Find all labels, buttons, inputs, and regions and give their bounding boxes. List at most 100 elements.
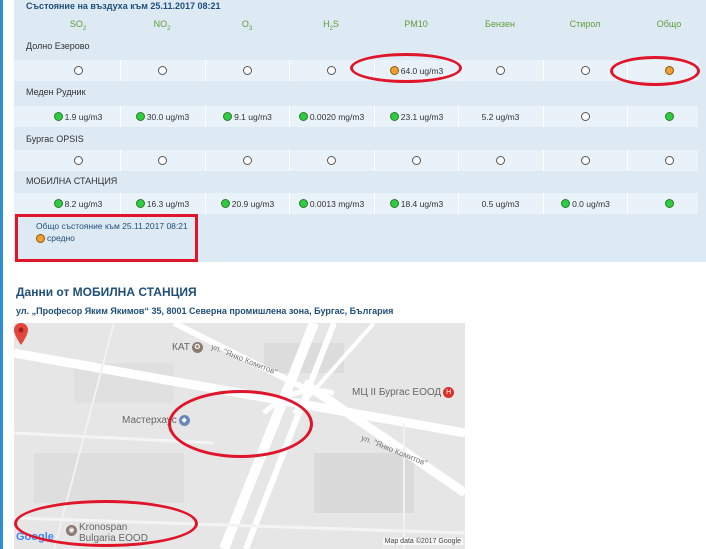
status-indicator-icon (496, 66, 505, 75)
measurement-value: 0.0 ug/m3 (572, 198, 610, 209)
status-indicator-icon (243, 66, 252, 75)
table-cell: 16.3 ug/m3 (120, 193, 204, 214)
table-cell (36, 60, 120, 81)
table-cell: 0.0020 mg/m3 (289, 106, 373, 127)
table-cell: 23.1 ug/m3 (374, 106, 458, 127)
status-indicator-icon (243, 156, 252, 165)
station-name: Бургас OPSIS (26, 134, 84, 144)
column-header-6: Стирол (569, 19, 601, 29)
table-cell (627, 106, 706, 127)
column-header-1: NO2 (153, 19, 171, 32)
table-cell (458, 60, 542, 81)
measurement-value: 23.1 ug/m3 (400, 111, 444, 122)
station-address: ул. „Професор Яким Якимов“ 35, 8001 Севе… (16, 306, 394, 316)
table-cell: 0.0 ug/m3 (543, 193, 627, 214)
poi-kat[interactable]: КАТ ✪ (172, 342, 205, 353)
measurement-value: 30.0 ug/m3 (146, 111, 190, 122)
status-indicator-icon (665, 199, 674, 208)
map-attribution: Map data ©2017 Google (382, 538, 463, 545)
measurement-value: 1.9 ug/m3 (64, 111, 103, 122)
table-cell: 30.0 ug/m3 (120, 106, 204, 127)
table-cell (289, 150, 373, 171)
measurement-value: 9.1 ug/m3 (234, 111, 272, 122)
table-row (14, 150, 698, 171)
status-indicator-icon (158, 156, 167, 165)
poi-medical-label: МЦ II Бургас ЕООД (352, 387, 442, 398)
status-indicator-icon (73, 156, 83, 165)
table-cell (627, 150, 706, 171)
column-header-3: H2S (323, 19, 339, 32)
left-border (0, 0, 3, 549)
status-indicator-icon (412, 156, 421, 165)
table-row: 1.9 ug/m3 30.0 ug/m3 9.1 ug/m3 0.0020 mg/m3… (14, 106, 698, 127)
table-cell (205, 60, 289, 81)
table-cell: 8.2 ug/m3 (36, 193, 120, 214)
measurement-value: 0.0020 mg/m3 (309, 111, 365, 122)
table-cell (205, 150, 289, 171)
station-name: Меден Рудник (26, 87, 86, 97)
table-cell: 18.4 ug/m3 (374, 193, 458, 214)
status-indicator-icon (135, 112, 145, 121)
station-name: Долно Езерово (26, 41, 90, 51)
table-cell: 20.9 ug/m3 (205, 193, 289, 214)
measurement-value: 16.3 ug/m3 (146, 198, 190, 209)
status-indicator-icon (53, 112, 63, 121)
measurement-value: 18.4 ug/m3 (400, 198, 444, 209)
status-indicator-icon (327, 66, 336, 75)
status-indicator-icon (327, 156, 336, 165)
status-indicator-icon (73, 66, 83, 75)
status-indicator-icon (561, 199, 571, 208)
column-header-0: SO2 (69, 19, 87, 32)
measurement-value: 0.0013 mg/m3 (309, 198, 365, 209)
table-cell (120, 60, 204, 81)
table-cell (543, 106, 627, 127)
status-indicator-icon (389, 199, 399, 208)
annotation-ring-kronospan (14, 500, 198, 547)
table-cell (374, 150, 458, 171)
status-indicator-icon (665, 156, 674, 165)
measurement-value: 8.2 ug/m3 (64, 198, 103, 209)
poi-kat-label: КАТ (172, 342, 190, 353)
status-indicator-icon (389, 112, 399, 121)
measurement-value: 20.9 ug/m3 (231, 198, 275, 209)
data-title: Данни от МОБИЛНА СТАНЦИЯ (16, 285, 197, 299)
status-indicator-icon (496, 156, 505, 165)
column-header-4: PM10 (404, 19, 428, 29)
annotation-ring-pm10 (350, 53, 462, 83)
status-indicator-icon (298, 199, 308, 208)
status-indicator-icon (158, 66, 167, 75)
status-indicator-icon (581, 66, 590, 75)
status-indicator-icon (53, 199, 63, 208)
annotation-ring-overall (610, 56, 700, 86)
location-pin-icon[interactable] (14, 323, 28, 345)
table-cell (120, 150, 204, 171)
annotation-box-summary (15, 214, 198, 262)
status-indicator-icon (581, 112, 590, 121)
panel-title: Състояние на въздуха към 25.11.2017 08:2… (26, 1, 221, 11)
table-cell: 0.5 ug/m3 (458, 193, 542, 214)
status-indicator-icon (223, 112, 233, 121)
column-header-5: Бензен (485, 19, 515, 29)
table-row: 8.2 ug/m3 16.3 ug/m3 20.9 ug/m3 0.0013 mg/m… (14, 193, 698, 214)
table-cell (36, 150, 120, 171)
table-cell: 0.0013 mg/m3 (289, 193, 373, 214)
status-indicator-icon (665, 112, 674, 121)
status-indicator-icon (135, 199, 145, 208)
station-name: МОБИЛНА СТАНЦИЯ (26, 176, 118, 186)
status-indicator-icon (220, 199, 230, 208)
measurement-value: 5.2 ug/m3 (481, 111, 520, 122)
police-icon: ✪ (191, 342, 203, 353)
status-indicator-icon (581, 156, 590, 165)
poi-medical-center[interactable]: МЦ II Бургас ЕООД H (352, 387, 456, 398)
table-cell: 1.9 ug/m3 (36, 106, 120, 127)
table-cell: 9.1 ug/m3 (205, 106, 289, 127)
table-cell: 5.2 ug/m3 (458, 106, 542, 127)
annotation-ring-pin (168, 390, 313, 458)
table-cell (543, 150, 627, 171)
table-cell (458, 150, 542, 171)
table-cell (627, 193, 706, 214)
measurement-value: 0.5 ug/m3 (481, 198, 520, 209)
column-header-2: O3 (241, 19, 253, 32)
hospital-icon: H (443, 387, 455, 398)
column-header-7: Общо (656, 19, 682, 29)
